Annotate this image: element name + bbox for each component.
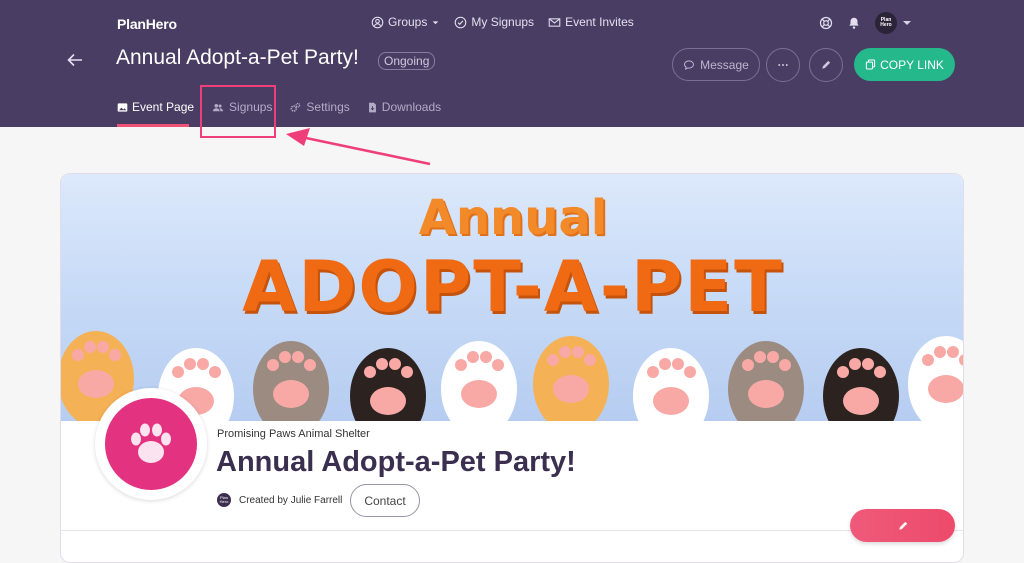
- envelope-icon: [548, 17, 561, 27]
- bell-icon[interactable]: [847, 16, 861, 30]
- file-download-icon: [368, 102, 376, 112]
- pencil-icon: [822, 60, 831, 69]
- nav-event-invites-label: Event Invites: [565, 15, 634, 29]
- tab-settings[interactable]: Settings: [289, 100, 350, 114]
- user-circle-icon: [371, 16, 384, 28]
- organization-name[interactable]: Promising Paws Animal Shelter: [217, 428, 370, 440]
- top-navigation: Groups My Signups Event Invites: [371, 15, 634, 29]
- creator-avatar: Plan Hero: [217, 493, 231, 507]
- help-lifebuoy-icon[interactable]: [819, 16, 833, 30]
- nav-my-signups[interactable]: My Signups: [454, 15, 534, 29]
- image-icon: [117, 102, 128, 112]
- nav-groups-label: Groups: [388, 15, 428, 29]
- active-tab-indicator: [117, 124, 189, 127]
- contact-button[interactable]: Contact: [350, 484, 420, 517]
- copy-icon: [865, 59, 876, 70]
- signups-highlight-box: [200, 85, 276, 138]
- page-title: Annual Adopt-a-Pet Party!: [116, 46, 359, 69]
- ellipsis-icon: [778, 64, 788, 66]
- chevron-down-icon: [433, 20, 439, 24]
- card-divider: [61, 530, 963, 531]
- tab-downloads[interactable]: Downloads: [367, 100, 441, 114]
- annotation-arrow-icon: [286, 128, 431, 166]
- created-by-label: Created by Julie Farrell: [239, 494, 343, 506]
- event-title: Annual Adopt-a-Pet Party!: [216, 446, 576, 478]
- user-avatar[interactable]: Plan Hero: [875, 12, 897, 34]
- top-header: PlanHero Groups My Signups Event Invites…: [0, 0, 1024, 127]
- copy-link-label: COPY LINK: [880, 57, 944, 72]
- paw-logo: [105, 398, 197, 490]
- tab-event-page[interactable]: Event Page: [117, 100, 194, 114]
- pencil-icon: [898, 521, 907, 530]
- paw-icon: [131, 423, 171, 463]
- message-button-label: Message: [700, 57, 749, 72]
- nav-my-signups-label: My Signups: [471, 15, 535, 29]
- back-arrow-icon[interactable]: [66, 51, 84, 69]
- more-options-button[interactable]: [766, 48, 800, 82]
- chat-bubble-icon: [684, 59, 695, 70]
- tab-event-page-label: Event Page: [132, 100, 195, 114]
- floating-edit-button[interactable]: [850, 509, 955, 542]
- event-banner-image: Annual ADOPT-A-PET: [61, 174, 963, 421]
- header-right-icons: Plan Hero: [819, 12, 911, 34]
- tab-settings-label: Settings: [306, 100, 350, 114]
- gears-icon: [290, 102, 301, 112]
- status-badge: Ongoing: [378, 52, 436, 70]
- chevron-down-icon[interactable]: [903, 21, 911, 25]
- created-by: Plan Hero Created by Julie Farrell: [217, 493, 342, 507]
- event-tabs: Event Page Signups Settings Downloads: [117, 100, 458, 114]
- event-card: Annual ADOPT-A-PET: [60, 173, 964, 563]
- organizer-profile-image: [95, 388, 207, 500]
- tab-downloads-label: Downloads: [381, 100, 442, 114]
- nav-event-invites[interactable]: Event Invites: [548, 15, 634, 29]
- copy-link-button[interactable]: COPY LINK: [854, 48, 955, 81]
- paws-illustration: [61, 331, 963, 421]
- message-button[interactable]: Message: [672, 48, 760, 81]
- edit-event-button[interactable]: [809, 48, 843, 82]
- app-logo[interactable]: PlanHero: [117, 16, 177, 32]
- nav-groups[interactable]: Groups: [371, 15, 440, 29]
- check-circle-icon: [455, 16, 467, 28]
